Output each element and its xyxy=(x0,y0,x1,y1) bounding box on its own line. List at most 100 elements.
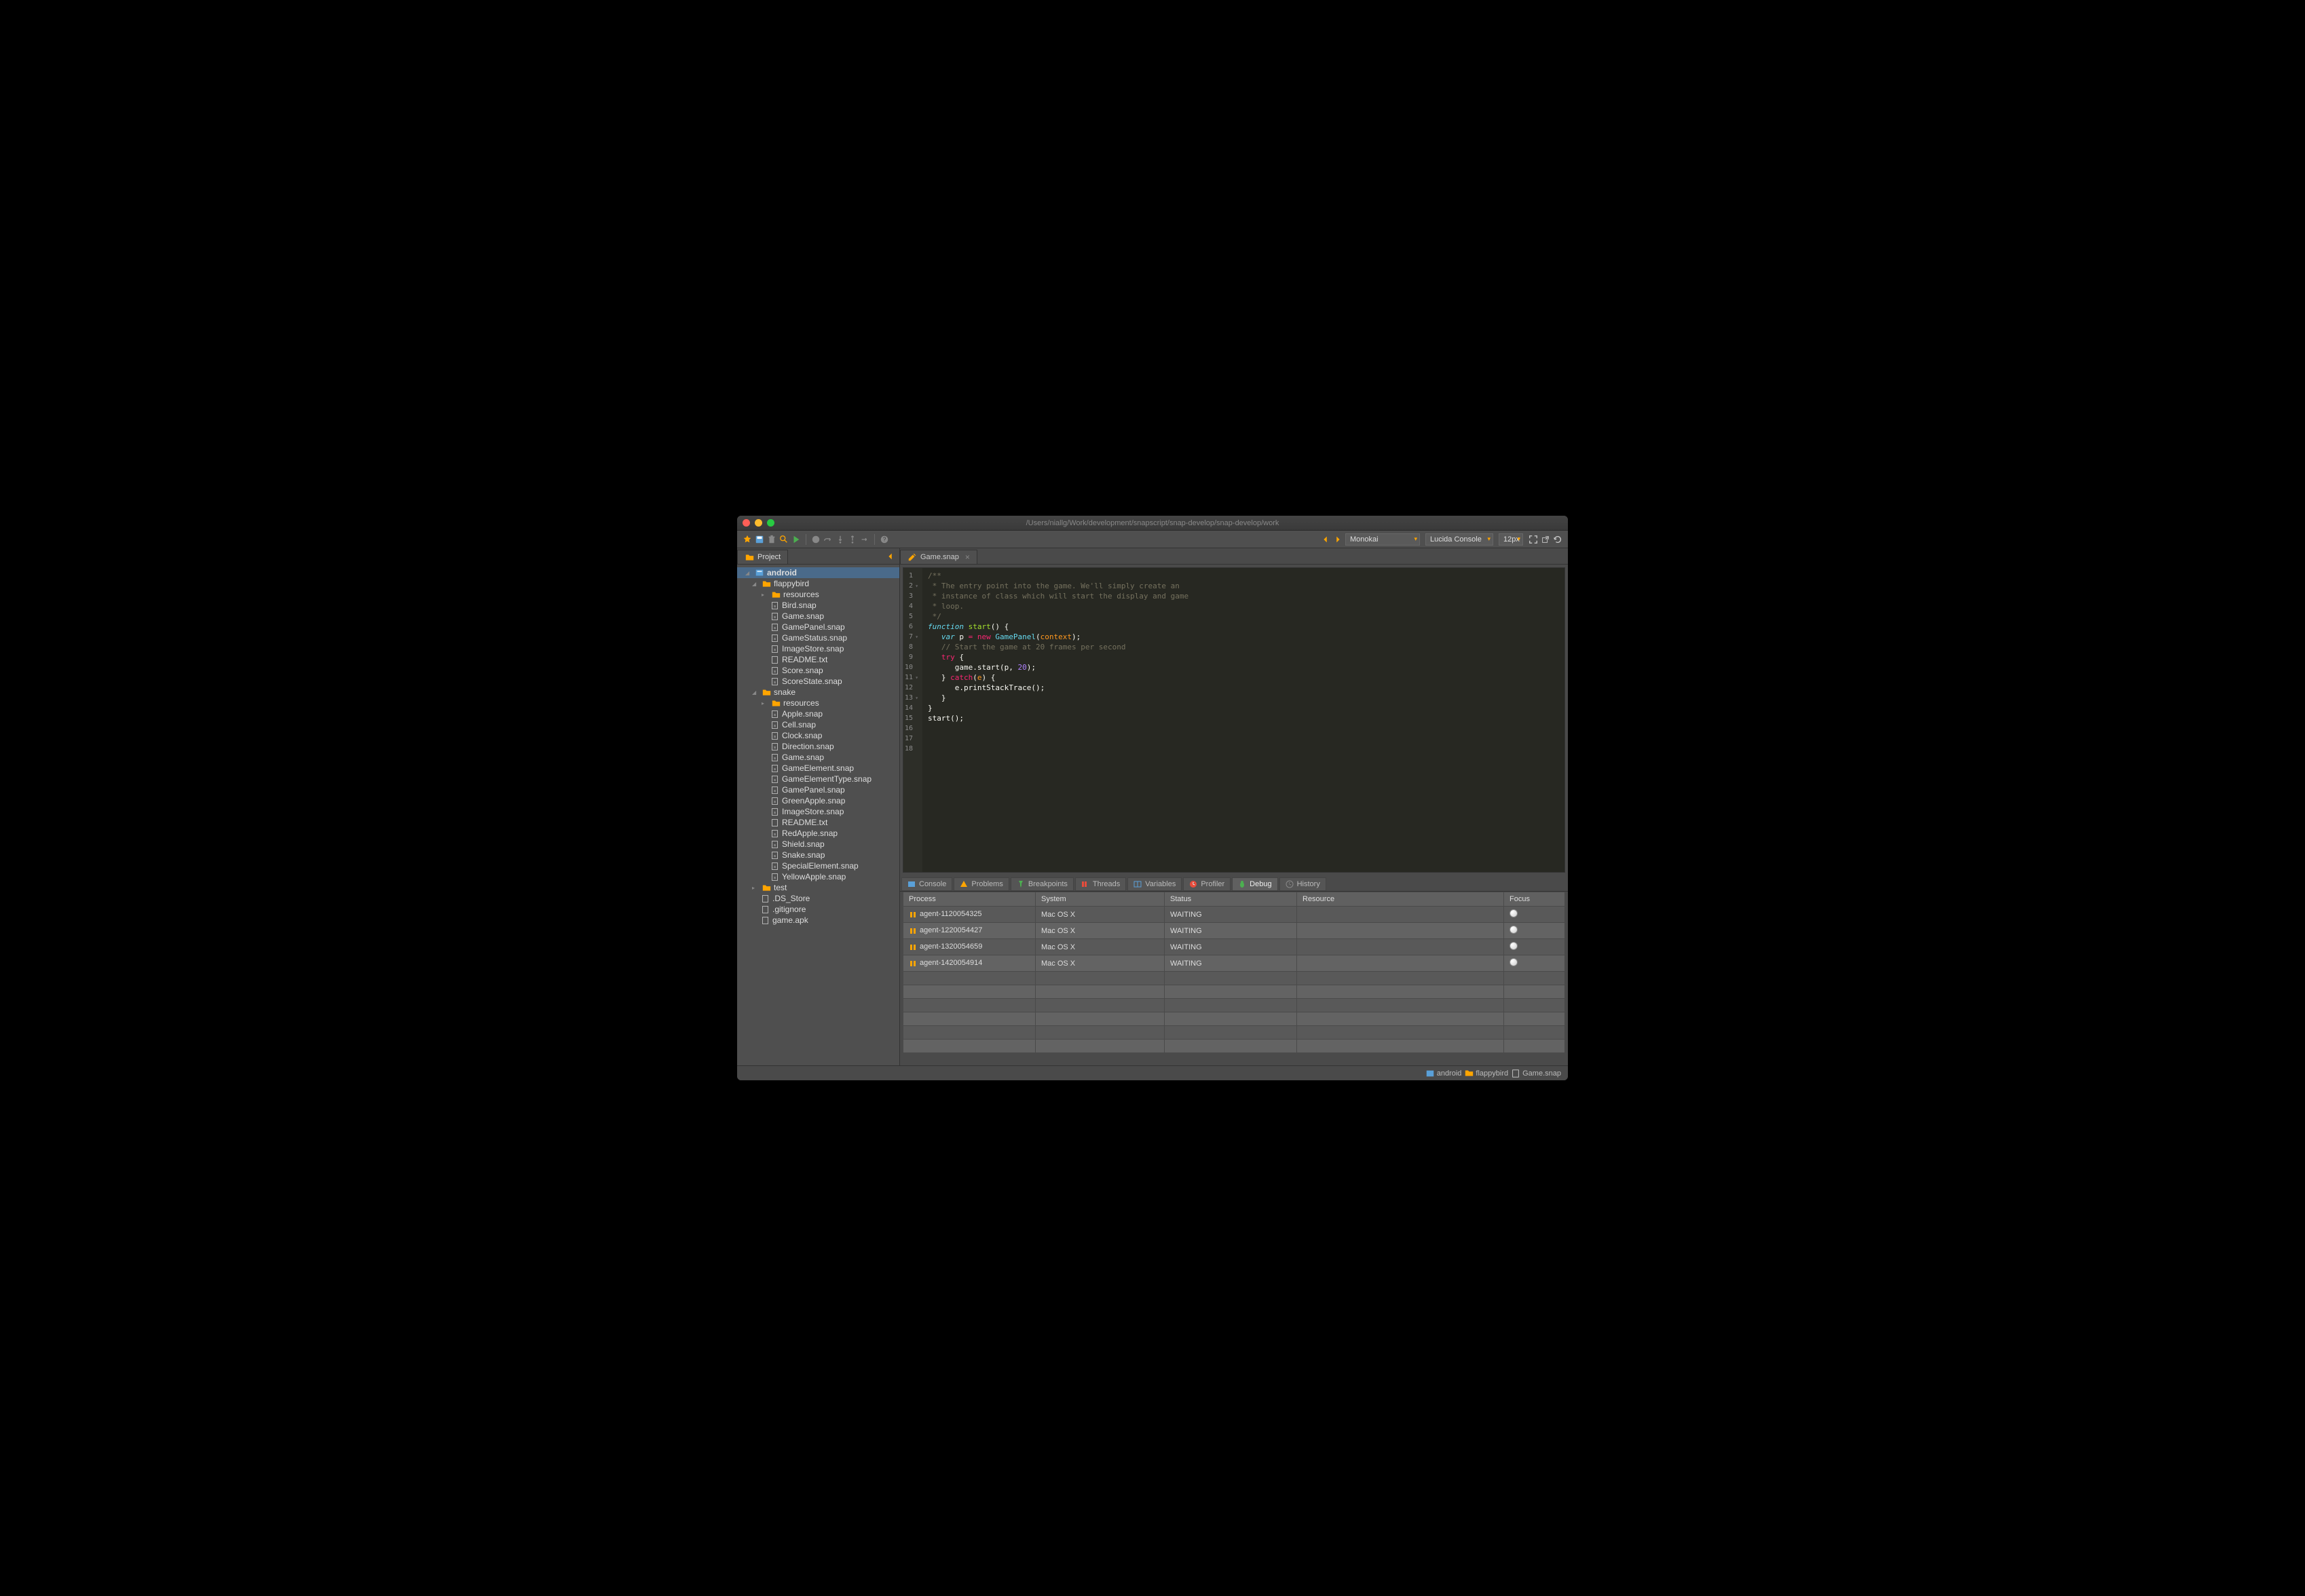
ide-window: /Users/niallg/Work/development/snapscrip… xyxy=(737,516,1568,1080)
history-icon xyxy=(1286,880,1294,888)
nav-fwd-icon[interactable] xyxy=(1333,535,1343,544)
tree-file[interactable]: .gitignore xyxy=(737,904,899,915)
tree-file[interactable]: README.txt xyxy=(737,654,899,665)
tree-file[interactable]: sGame.snap xyxy=(737,611,899,622)
tree-file[interactable]: sGreenApple.snap xyxy=(737,795,899,806)
stop-icon[interactable] xyxy=(811,535,821,544)
tree-file[interactable]: sGamePanel.snap xyxy=(737,622,899,632)
maximize-window-button[interactable] xyxy=(767,519,774,527)
tree-folder-snake[interactable]: ◢ snake xyxy=(737,687,899,698)
snap-file-icon: s xyxy=(770,763,779,773)
tree-file[interactable]: sGame.snap xyxy=(737,752,899,763)
help-icon[interactable]: ? xyxy=(880,535,889,544)
tree-file[interactable]: sImageStore.snap xyxy=(737,643,899,654)
svg-text:s: s xyxy=(774,745,776,749)
tab-variables[interactable]: Variables xyxy=(1127,877,1182,891)
tree-file[interactable]: sGamePanel.snap xyxy=(737,784,899,795)
run-icon[interactable] xyxy=(791,535,801,544)
code-editor[interactable]: 1 2▾ 3 4 5 6 7▾ 8 9 10 11▾ 12 13▾ 14 15 … xyxy=(903,567,1565,873)
project-tab[interactable]: Project xyxy=(737,550,788,564)
tree-file[interactable]: sSpecialElement.snap xyxy=(737,860,899,871)
col-status[interactable]: Status xyxy=(1165,892,1297,907)
resume-icon[interactable] xyxy=(860,535,869,544)
step-out-icon[interactable] xyxy=(848,535,857,544)
focus-radio[interactable] xyxy=(1510,958,1518,966)
tab-profiler[interactable]: Profiler xyxy=(1183,877,1231,891)
tab-breakpoints[interactable]: Breakpoints xyxy=(1011,877,1074,891)
focus-radio[interactable] xyxy=(1510,942,1518,950)
tree-folder-test[interactable]: ▸ test xyxy=(737,882,899,893)
snap-file-icon: s xyxy=(770,829,779,838)
focus-radio[interactable] xyxy=(1510,909,1518,917)
file-icon xyxy=(760,894,770,903)
tree-folder-flappybird[interactable]: ◢ flappybird xyxy=(737,578,899,589)
fontsize-select[interactable]: 12px xyxy=(1499,533,1523,546)
tree-folder-resources[interactable]: ▸ resources xyxy=(737,589,899,600)
project-icon xyxy=(1425,1069,1435,1078)
window-title: /Users/niallg/Work/development/snapscrip… xyxy=(1026,519,1279,527)
col-system[interactable]: System xyxy=(1036,892,1165,907)
tab-history[interactable]: History xyxy=(1279,877,1326,891)
tree-file[interactable]: sApple.snap xyxy=(737,708,899,719)
tree-folder-resources[interactable]: ▸ resources xyxy=(737,698,899,708)
status-path-file[interactable]: Game.snap xyxy=(1511,1069,1561,1078)
search-icon[interactable] xyxy=(779,535,789,544)
editor-tab-game[interactable]: Game.snap × xyxy=(900,550,977,564)
tree-file[interactable]: sRedApple.snap xyxy=(737,828,899,839)
table-row[interactable]: agent-1320054659Mac OS XWAITING xyxy=(903,939,1565,955)
text-file-icon xyxy=(770,655,779,664)
col-focus[interactable]: Focus xyxy=(1504,892,1565,907)
tree-file[interactable]: sCell.snap xyxy=(737,719,899,730)
focus-radio[interactable] xyxy=(1510,926,1518,934)
code-content[interactable]: /** * The entry point into the game. We'… xyxy=(922,568,1564,872)
step-over-icon[interactable] xyxy=(823,535,833,544)
status-path-android[interactable]: android xyxy=(1425,1069,1462,1078)
folder-icon xyxy=(1464,1069,1474,1078)
refresh-icon[interactable] xyxy=(1553,535,1562,544)
tree-file[interactable]: sSnake.snap xyxy=(737,850,899,860)
tree-file[interactable]: sYellowApple.snap xyxy=(737,871,899,882)
tab-problems[interactable]: Problems xyxy=(954,877,1009,891)
pause-icon xyxy=(909,960,917,968)
tree-file[interactable]: sGameElement.snap xyxy=(737,763,899,774)
text-file-icon xyxy=(770,818,779,827)
step-into-icon[interactable] xyxy=(836,535,845,544)
tab-threads[interactable]: Threads xyxy=(1075,877,1126,891)
star-icon[interactable] xyxy=(743,535,752,544)
tree-file[interactable]: sDirection.snap xyxy=(737,741,899,752)
tree-file[interactable]: .DS_Store xyxy=(737,893,899,904)
delete-icon[interactable] xyxy=(767,535,776,544)
col-process[interactable]: Process xyxy=(903,892,1036,907)
tree-file[interactable]: sGameStatus.snap xyxy=(737,632,899,643)
col-resource[interactable]: Resource xyxy=(1297,892,1504,907)
font-select[interactable]: Lucida Console xyxy=(1425,533,1493,546)
save-icon[interactable] xyxy=(755,535,764,544)
theme-select[interactable]: Monokai xyxy=(1345,533,1420,546)
tree-file[interactable]: sScore.snap xyxy=(737,665,899,676)
tree-file[interactable]: sClock.snap xyxy=(737,730,899,741)
table-row[interactable]: agent-1120054325Mac OS XWAITING xyxy=(903,907,1565,923)
snap-file-icon: s xyxy=(770,677,779,686)
collapse-arrow-icon[interactable] xyxy=(886,552,895,561)
tree-file[interactable]: sBird.snap xyxy=(737,600,899,611)
tree-file[interactable]: README.txt xyxy=(737,817,899,828)
close-window-button[interactable] xyxy=(743,519,750,527)
tab-console[interactable]: Console xyxy=(901,877,952,891)
tree-file[interactable]: sScoreState.snap xyxy=(737,676,899,687)
svg-text:s: s xyxy=(774,734,776,738)
popout-icon[interactable] xyxy=(1541,535,1550,544)
close-tab-icon[interactable]: × xyxy=(965,552,970,562)
tree-file[interactable]: sImageStore.snap xyxy=(737,806,899,817)
tree-file[interactable]: sShield.snap xyxy=(737,839,899,850)
fullscreen-icon[interactable] xyxy=(1529,535,1538,544)
tree-file[interactable]: game.apk xyxy=(737,915,899,926)
tree-file[interactable]: sGameElementType.snap xyxy=(737,774,899,784)
minimize-window-button[interactable] xyxy=(755,519,762,527)
table-row[interactable]: agent-1220054427Mac OS XWAITING xyxy=(903,923,1565,939)
tab-debug[interactable]: Debug xyxy=(1232,877,1277,891)
table-row-empty xyxy=(903,985,1565,999)
table-row[interactable]: agent-1420054914Mac OS XWAITING xyxy=(903,955,1565,972)
nav-back-icon[interactable] xyxy=(1321,535,1330,544)
tree-root-android[interactable]: ◢ android xyxy=(737,567,899,578)
status-path-flappybird[interactable]: flappybird xyxy=(1464,1069,1508,1078)
